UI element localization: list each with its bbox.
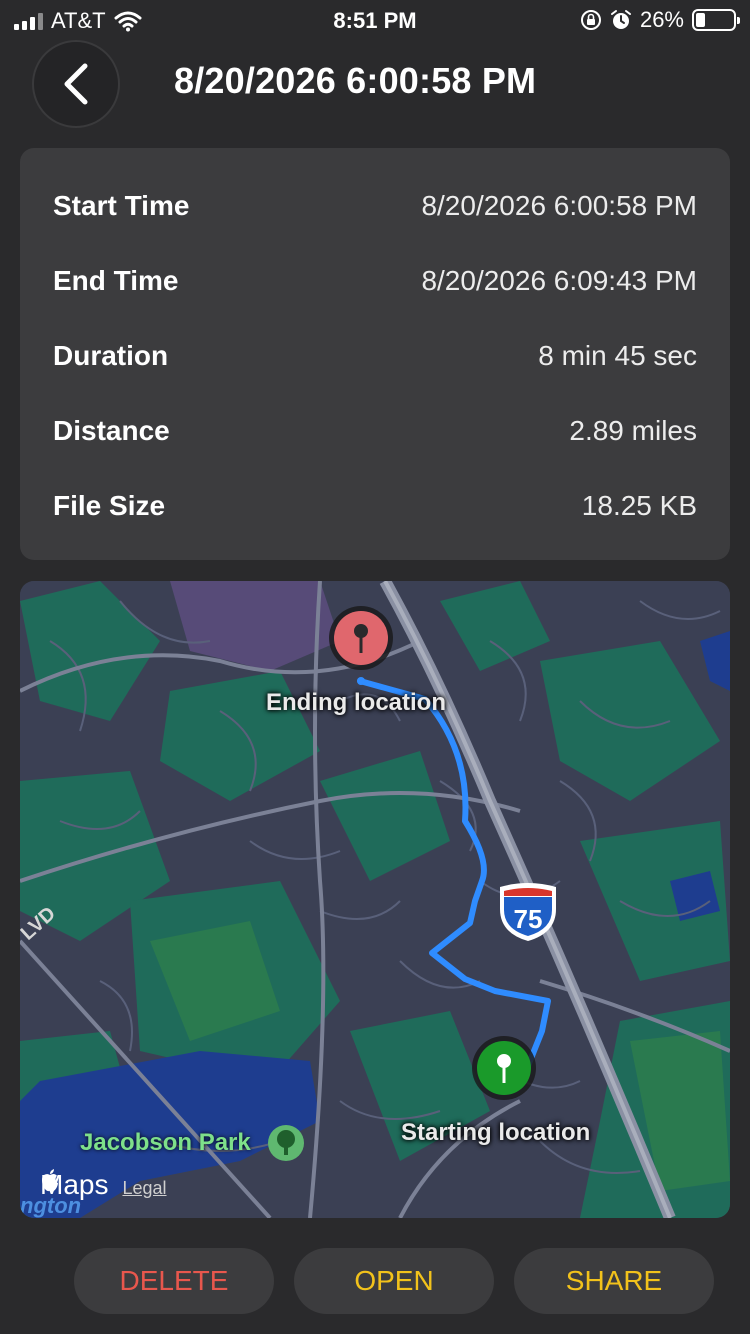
legal-link[interactable]: Legal: [122, 1178, 166, 1199]
park-label: Jacobson Park: [80, 1129, 251, 1156]
detail-value: 18.25 KB: [581, 489, 697, 521]
status-right: 26%: [580, 7, 740, 33]
detail-row-duration: Duration 8 min 45 sec: [53, 318, 697, 393]
status-bar: AT&T 8:51 PM 26%: [0, 0, 750, 40]
page-title: 8/20/2026 6:00:58 PM: [174, 60, 537, 101]
alarm-icon: [610, 10, 631, 29]
highway-shield-number: 75: [514, 904, 543, 934]
start-pin-icon[interactable]: [472, 1036, 536, 1100]
park-tree-icon: [268, 1125, 304, 1161]
detail-label: Duration: [53, 339, 169, 371]
battery-level: [696, 13, 706, 27]
apple-logo-icon: [42, 1169, 58, 1192]
detail-value: 8/20/2026 6:09:43 PM: [421, 264, 697, 296]
start-location-label: Starting location: [401, 1119, 591, 1146]
back-button[interactable]: [32, 40, 120, 128]
detail-value: 8 min 45 sec: [538, 339, 697, 371]
maps-attribution: Maps Legal: [40, 1169, 167, 1201]
detail-label: End Time: [53, 264, 179, 296]
detail-value: 2.89 miles: [569, 414, 697, 446]
map-canvas[interactable]: 75 LVD ngton: [20, 581, 730, 1218]
detail-row-end-time: End Time 8/20/2026 6:09:43 PM: [53, 243, 697, 318]
detail-value: 8/20/2026 6:00:58 PM: [421, 189, 697, 221]
detail-row-distance: Distance 2.89 miles: [53, 393, 697, 468]
chevron-left-icon: [64, 63, 88, 105]
detail-label: Distance: [53, 414, 170, 446]
share-button[interactable]: SHARE: [514, 1248, 714, 1314]
delete-button[interactable]: DELETE: [74, 1248, 274, 1314]
detail-label: Start Time: [53, 189, 190, 221]
open-button[interactable]: OPEN: [294, 1248, 494, 1314]
apple-maps-logo: Maps: [40, 1169, 108, 1201]
battery-percent: 26%: [639, 7, 684, 32]
battery-icon: [692, 9, 740, 31]
end-location-label: Ending location: [266, 689, 446, 716]
detail-row-start-time: Start Time 8/20/2026 6:00:58 PM: [53, 168, 697, 243]
route-map[interactable]: 75 LVD ngton Ending location Starting lo…: [20, 581, 730, 1218]
detail-label: File Size: [53, 489, 166, 521]
orientation-lock-icon: [580, 10, 601, 30]
detail-row-file-size: File Size 18.25 KB: [53, 468, 697, 543]
details-card: Start Time 8/20/2026 6:00:58 PM End Time…: [20, 148, 730, 560]
